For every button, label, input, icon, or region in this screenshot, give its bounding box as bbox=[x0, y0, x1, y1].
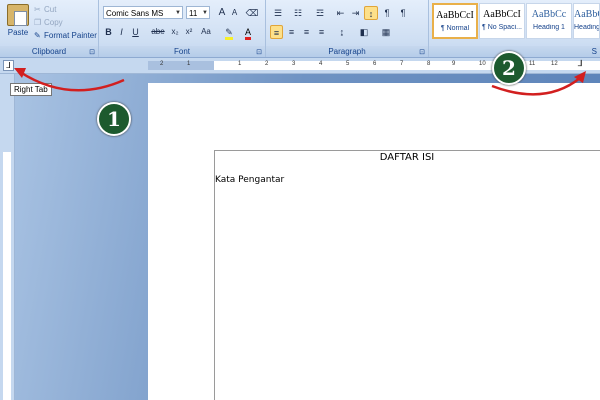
annotation-badge-1: 1 bbox=[97, 102, 131, 136]
arrow-1 bbox=[19, 70, 125, 92]
arrow-1-head bbox=[14, 68, 26, 78]
annotation-badge-2: 2 bbox=[492, 51, 526, 85]
